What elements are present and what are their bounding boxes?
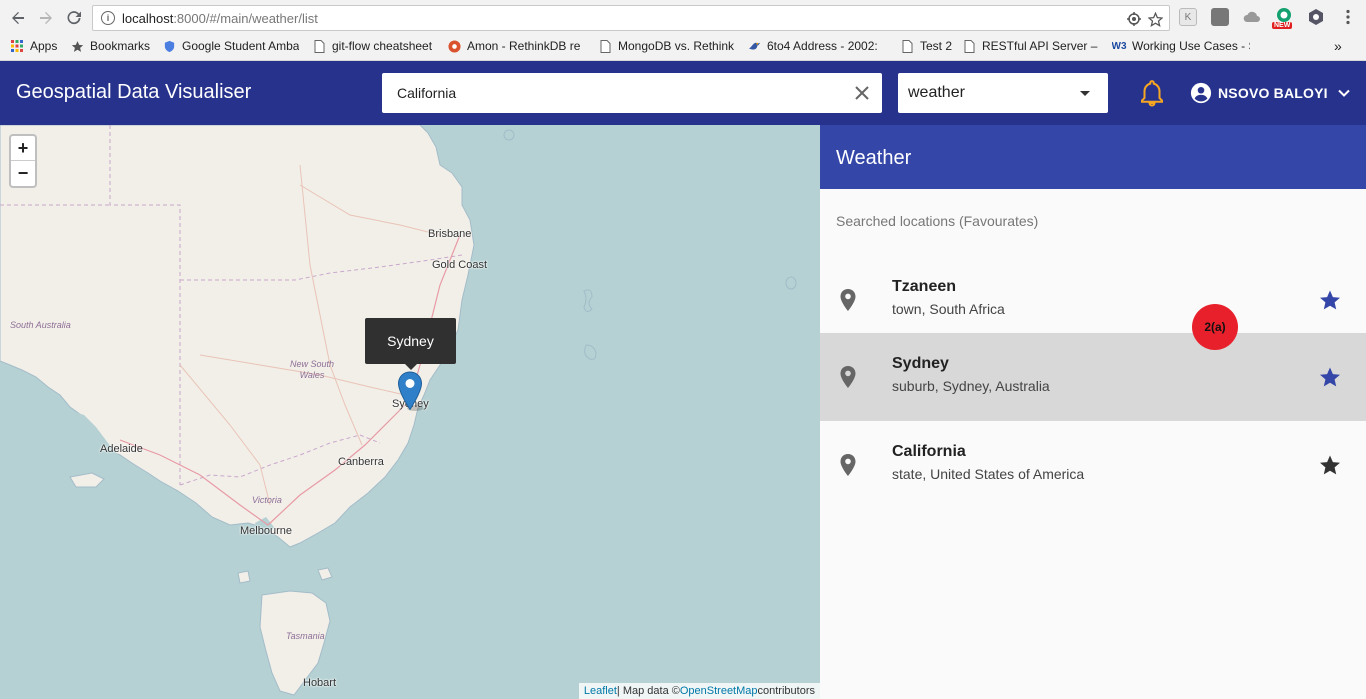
- address-bar[interactable]: i localhost:8000/#/main/weather/list: [92, 5, 1170, 31]
- forward-arrow-icon[interactable]: [34, 6, 58, 30]
- w3-icon: W3: [1112, 40, 1127, 52]
- drive-upload-icon[interactable]: [1243, 8, 1261, 26]
- bookmark-6to4[interactable]: 6to4 Address - 2002:: [747, 37, 885, 55]
- search-input[interactable]: [397, 83, 837, 103]
- chrome-menu-icon[interactable]: [1339, 8, 1357, 26]
- bookmark-apps[interactable]: Apps: [10, 37, 65, 55]
- map-attribution: Leaflet | Map data © OpenStreetMap contr…: [578, 683, 820, 699]
- region-label-victoria: Victoria: [252, 495, 282, 505]
- bookmark-restful-api[interactable]: RESTful API Server – D: [962, 37, 1100, 55]
- user-menu[interactable]: NSOVO BALOYI: [1190, 81, 1352, 105]
- favourite-star-icon[interactable]: [1318, 288, 1342, 312]
- panel-header: Weather: [820, 125, 1366, 189]
- location-description: town, South Africa: [892, 301, 1005, 317]
- favourite-star-icon[interactable]: [1318, 453, 1342, 477]
- bookmark-star-icon[interactable]: [1146, 10, 1164, 28]
- city-label-adelaide: Adelaide: [100, 443, 143, 455]
- annotation-badge: 2(a): [1192, 304, 1238, 350]
- extension-eye-icon[interactable]: [1307, 8, 1325, 26]
- page-icon: [598, 39, 612, 53]
- extension-k-icon[interactable]: K: [1179, 8, 1197, 26]
- location-description: suburb, Sydney, Australia: [892, 378, 1050, 394]
- location-name: California: [892, 443, 966, 460]
- star-icon: [70, 39, 84, 53]
- leaflet-link[interactable]: Leaflet: [584, 685, 617, 697]
- location-name: Sydney: [892, 355, 949, 372]
- bookmark-working-use-cases[interactable]: W3 Working Use Cases - S: [1112, 37, 1250, 55]
- panel-title: Weather: [836, 147, 912, 169]
- city-label-brisbane: Brisbane: [428, 228, 472, 240]
- page-icon: [900, 39, 914, 53]
- region-label-south-australia: South Australia: [10, 320, 71, 330]
- favourite-star-icon[interactable]: [1318, 365, 1342, 389]
- account-circle-icon: [1190, 82, 1212, 104]
- bookmark-bookmarks[interactable]: Bookmarks: [70, 37, 156, 55]
- city-label-gold-coast: Gold Coast: [432, 259, 488, 271]
- location-description: state, United States of America: [892, 466, 1085, 482]
- location-pin-icon: [840, 289, 856, 311]
- weather-panel: Weather Searched locations (Favourates) …: [820, 125, 1366, 699]
- marker-tooltip: Sydney: [365, 318, 456, 370]
- extension-square-icon[interactable]: [1211, 8, 1229, 26]
- notification-bell-icon[interactable]: [1137, 78, 1167, 108]
- page-icon: [962, 39, 976, 53]
- zoom-in-button[interactable]: +: [11, 136, 35, 161]
- city-label-canberra: Canberra: [338, 456, 384, 468]
- chevron-down-icon: [1338, 89, 1350, 97]
- bird-icon: [747, 39, 761, 53]
- apps-grid-icon: [10, 39, 24, 53]
- browser-chrome: i localhost:8000/#/main/weather/list K N…: [0, 0, 1366, 61]
- user-name: NSOVO BALOYI: [1218, 85, 1328, 101]
- zoom-control: + −: [9, 134, 37, 188]
- clear-search-icon[interactable]: [852, 83, 872, 103]
- new-badge: NEW: [1272, 22, 1293, 29]
- page-icon: [312, 39, 326, 53]
- zoom-out-button[interactable]: −: [11, 161, 35, 186]
- location-pin-icon: [840, 366, 856, 388]
- shield-icon: [162, 39, 176, 53]
- location-name: Tzaneen: [892, 278, 957, 295]
- map-marker-icon[interactable]: [397, 371, 423, 411]
- app-toolbar: Geospatial Data Visualiser weather NSOVO…: [0, 61, 1366, 125]
- city-label-hobart: Hobart: [303, 677, 337, 689]
- bookmark-amon-rethinkdb[interactable]: Amon - RethinkDB re: [447, 37, 585, 55]
- list-subheader: Searched locations (Favourates): [836, 213, 1039, 229]
- more-bookmarks-button[interactable]: »: [1334, 37, 1348, 55]
- map-tiles: [0, 125, 797, 696]
- region-label-new-south-wales: New South Wales: [289, 359, 335, 380]
- back-arrow-icon[interactable]: [6, 6, 30, 30]
- bookmarks-bar: Apps Bookmarks Google Student Amba git-f…: [0, 35, 1366, 57]
- region-label-tasmania: Tasmania: [286, 631, 325, 641]
- location-item-california[interactable]: California state, United States of Ameri…: [820, 421, 1366, 509]
- location-search[interactable]: [382, 73, 882, 113]
- map-view[interactable]: + − Brisbane Gold Coast Sydney Canberra …: [0, 125, 820, 699]
- bookmark-test-2[interactable]: Test 2: [900, 37, 956, 55]
- url-text[interactable]: localhost:8000/#/main/weather/list: [122, 11, 318, 26]
- app-title: Geospatial Data Visualiser: [16, 81, 252, 103]
- dropdown-caret-icon: [1080, 91, 1090, 96]
- site-info-icon[interactable]: i: [101, 11, 115, 25]
- bookmark-git-flow[interactable]: git-flow cheatsheet: [312, 37, 440, 55]
- location-item-tzaneen[interactable]: Tzaneen town, South Africa: [820, 256, 1366, 344]
- location-item-sydney[interactable]: Sydney suburb, Sydney, Australia: [820, 333, 1366, 421]
- category-value: weather: [908, 84, 965, 101]
- location-pin-icon: [840, 454, 856, 476]
- osm-link[interactable]: OpenStreetMap: [680, 685, 758, 697]
- city-label-melbourne: Melbourne: [240, 525, 292, 537]
- bookmark-google-student[interactable]: Google Student Amba: [162, 37, 304, 55]
- rethinkdb-icon: [447, 39, 461, 53]
- location-target-icon[interactable]: [1125, 10, 1143, 28]
- reload-icon[interactable]: [62, 6, 86, 30]
- bookmark-mongodb-vs-rethink[interactable]: MongoDB vs. Rethink: [598, 37, 736, 55]
- category-select[interactable]: weather: [898, 73, 1108, 113]
